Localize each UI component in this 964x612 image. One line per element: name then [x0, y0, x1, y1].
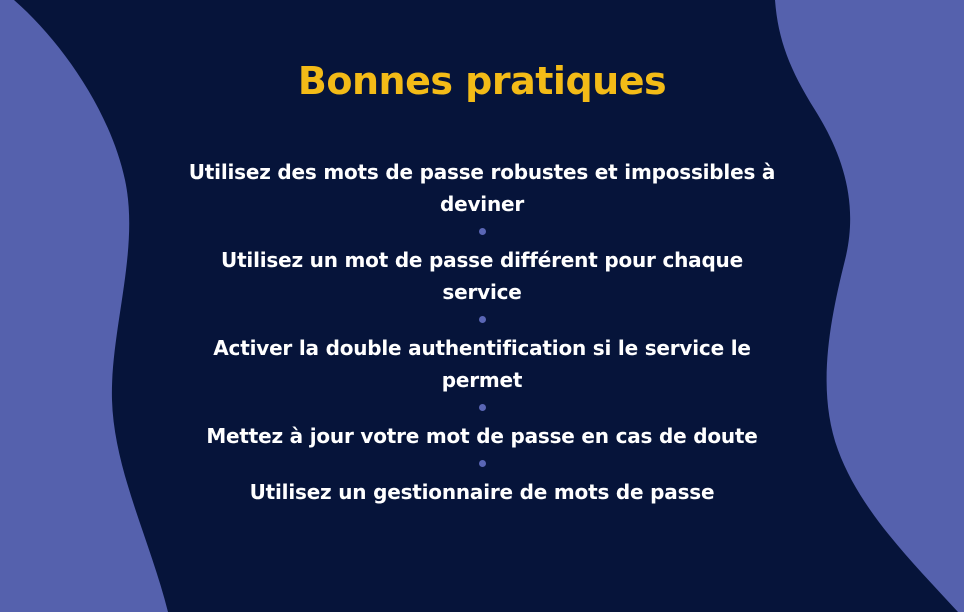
- page-title: Bonnes pratiques: [297, 59, 667, 103]
- content: Bonnes pratiques Utilisez des mots de pa…: [0, 0, 964, 612]
- separator-dot: [478, 460, 486, 467]
- list-item: Activer la double authentification si le…: [213, 336, 751, 392]
- separator-dot: [478, 228, 486, 235]
- list-item: Utilisez des mots de passe robustes et i…: [188, 160, 776, 216]
- separator-dot: [478, 404, 486, 411]
- list-item: Utilisez un gestionnaire de mots de pass…: [249, 480, 715, 504]
- list-item: Utilisez un mot de passe différent pour …: [221, 248, 743, 304]
- slide: Bonnes pratiques Utilisez des mots de pa…: [0, 0, 964, 612]
- list-item: Mettez à jour votre mot de passe en cas …: [206, 424, 758, 448]
- best-practices-list: Utilisez des mots de passe robustes et i…: [0, 156, 964, 508]
- separator-dot: [478, 316, 486, 323]
